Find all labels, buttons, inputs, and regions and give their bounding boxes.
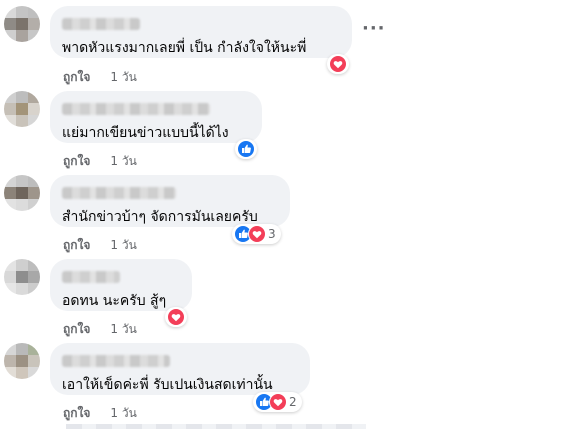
avatar-pixel: [16, 91, 28, 103]
avatar-pixel: [16, 115, 28, 127]
avatar-pixel: [4, 30, 16, 42]
avatar-pixel: [4, 259, 16, 271]
timestamp[interactable]: 1 วัน: [110, 152, 136, 171]
avatar-pixel: [28, 355, 40, 367]
like-link[interactable]: ถูกใจ: [63, 404, 90, 423]
avatar-pixel: [16, 6, 28, 18]
comment-bubble: แย่มากเขียนข่าวแบบนี้ได้ไง: [50, 91, 262, 143]
avatar-pixel: [4, 6, 16, 18]
avatar-pixel: [28, 175, 40, 187]
comment-actions: ถูกใจ 1 วัน: [63, 404, 137, 423]
more-options-icon[interactable]: ···: [362, 20, 386, 38]
like-icon: [237, 140, 255, 158]
avatar-pixel: [28, 30, 40, 42]
avatar-pixel: [28, 259, 40, 271]
timestamp[interactable]: 1 วัน: [110, 320, 136, 339]
reaction-summary[interactable]: [165, 307, 187, 327]
avatar-pixel: [16, 355, 28, 367]
avatar-pixel: [16, 271, 28, 283]
comment-bubble: พาดหัวแรงมากเลยพี่ เป็น กำลังใจให้นะพี่: [50, 6, 352, 58]
avatar-pixel: [16, 343, 28, 355]
avatar-pixel: [4, 187, 16, 199]
avatar-pixel: [16, 259, 28, 271]
love-icon: [269, 393, 287, 411]
like-link[interactable]: ถูกใจ: [63, 320, 90, 339]
comment-bubble: อดทน นะครับ สู้ๆ: [50, 259, 192, 311]
timestamp[interactable]: 1 วัน: [110, 236, 136, 255]
reaction-count: 3: [268, 227, 276, 241]
comment-actions: ถูกใจ 1 วัน: [63, 152, 137, 171]
comment-text: อดทน นะครับ สู้ๆ: [62, 293, 167, 309]
avatar-pixel: [16, 187, 28, 199]
avatar-pixel: [28, 367, 40, 379]
avatar-pixel: [16, 18, 28, 30]
author-name-blurred[interactable]: [62, 355, 170, 367]
avatar-pixel: [16, 367, 28, 379]
avatar-pixel: [28, 115, 40, 127]
reaction-summary[interactable]: 2: [253, 392, 302, 412]
avatar-pixel: [4, 283, 16, 295]
avatar-pixel: [16, 199, 28, 211]
like-link[interactable]: ถูกใจ: [63, 236, 90, 255]
avatar-pixel: [28, 187, 40, 199]
comment-text: พาดหัวแรงมากเลยพี่ เป็น กำลังใจให้นะพี่: [62, 40, 307, 56]
avatar-pixel: [4, 115, 16, 127]
author-name-blurred[interactable]: [62, 187, 176, 199]
avatar-pixel: [4, 91, 16, 103]
avatar[interactable]: [4, 175, 40, 211]
like-link[interactable]: ถูกใจ: [63, 68, 90, 87]
avatar-pixel: [28, 18, 40, 30]
author-name-blurred[interactable]: [62, 18, 140, 30]
avatar-pixel: [28, 6, 40, 18]
love-icon: [167, 308, 185, 326]
comment-actions: ถูกใจ 1 วัน: [63, 236, 137, 255]
author-name-blurred[interactable]: [62, 271, 120, 283]
avatar[interactable]: [4, 6, 40, 42]
avatar[interactable]: [4, 343, 40, 379]
timestamp[interactable]: 1 วัน: [110, 68, 136, 87]
like-link[interactable]: ถูกใจ: [63, 152, 90, 171]
next-comment-blurred: [66, 424, 366, 429]
avatar-pixel: [28, 343, 40, 355]
avatar-pixel: [4, 199, 16, 211]
avatar-pixel: [16, 283, 28, 295]
avatar-pixel: [4, 343, 16, 355]
reaction-count: 2: [289, 395, 297, 409]
reaction-summary[interactable]: 3: [232, 224, 281, 244]
avatar-pixel: [4, 355, 16, 367]
avatar-pixel: [28, 199, 40, 211]
author-name-blurred[interactable]: [62, 103, 210, 115]
avatar-pixel: [4, 367, 16, 379]
avatar-pixel: [4, 271, 16, 283]
comment-actions: ถูกใจ 1 วัน: [63, 68, 137, 87]
comment-actions: ถูกใจ 1 วัน: [63, 320, 137, 339]
avatar-pixel: [16, 103, 28, 115]
avatar-pixel: [4, 103, 16, 115]
avatar-pixel: [28, 103, 40, 115]
avatar-pixel: [28, 283, 40, 295]
avatar-pixel: [4, 18, 16, 30]
timestamp[interactable]: 1 วัน: [110, 404, 136, 423]
avatar-pixel: [16, 175, 28, 187]
love-icon: [248, 225, 266, 243]
comment-bubble: สำนักข่าวบ้าๆ จัดการมันเลยครับ: [50, 175, 290, 227]
comment-text: แย่มากเขียนข่าวแบบนี้ได้ไง: [62, 125, 229, 141]
reaction-summary[interactable]: [235, 139, 257, 159]
avatar[interactable]: [4, 259, 40, 295]
avatar-pixel: [28, 91, 40, 103]
reaction-summary[interactable]: [327, 54, 349, 74]
love-icon: [329, 55, 347, 73]
comment-bubble: เอาให้เข็ดค่ะพี่ รับเปนเงินสดเท่านั้น: [50, 343, 310, 395]
avatar-pixel: [28, 271, 40, 283]
avatar-pixel: [4, 175, 16, 187]
avatar[interactable]: [4, 91, 40, 127]
avatar-pixel: [16, 30, 28, 42]
